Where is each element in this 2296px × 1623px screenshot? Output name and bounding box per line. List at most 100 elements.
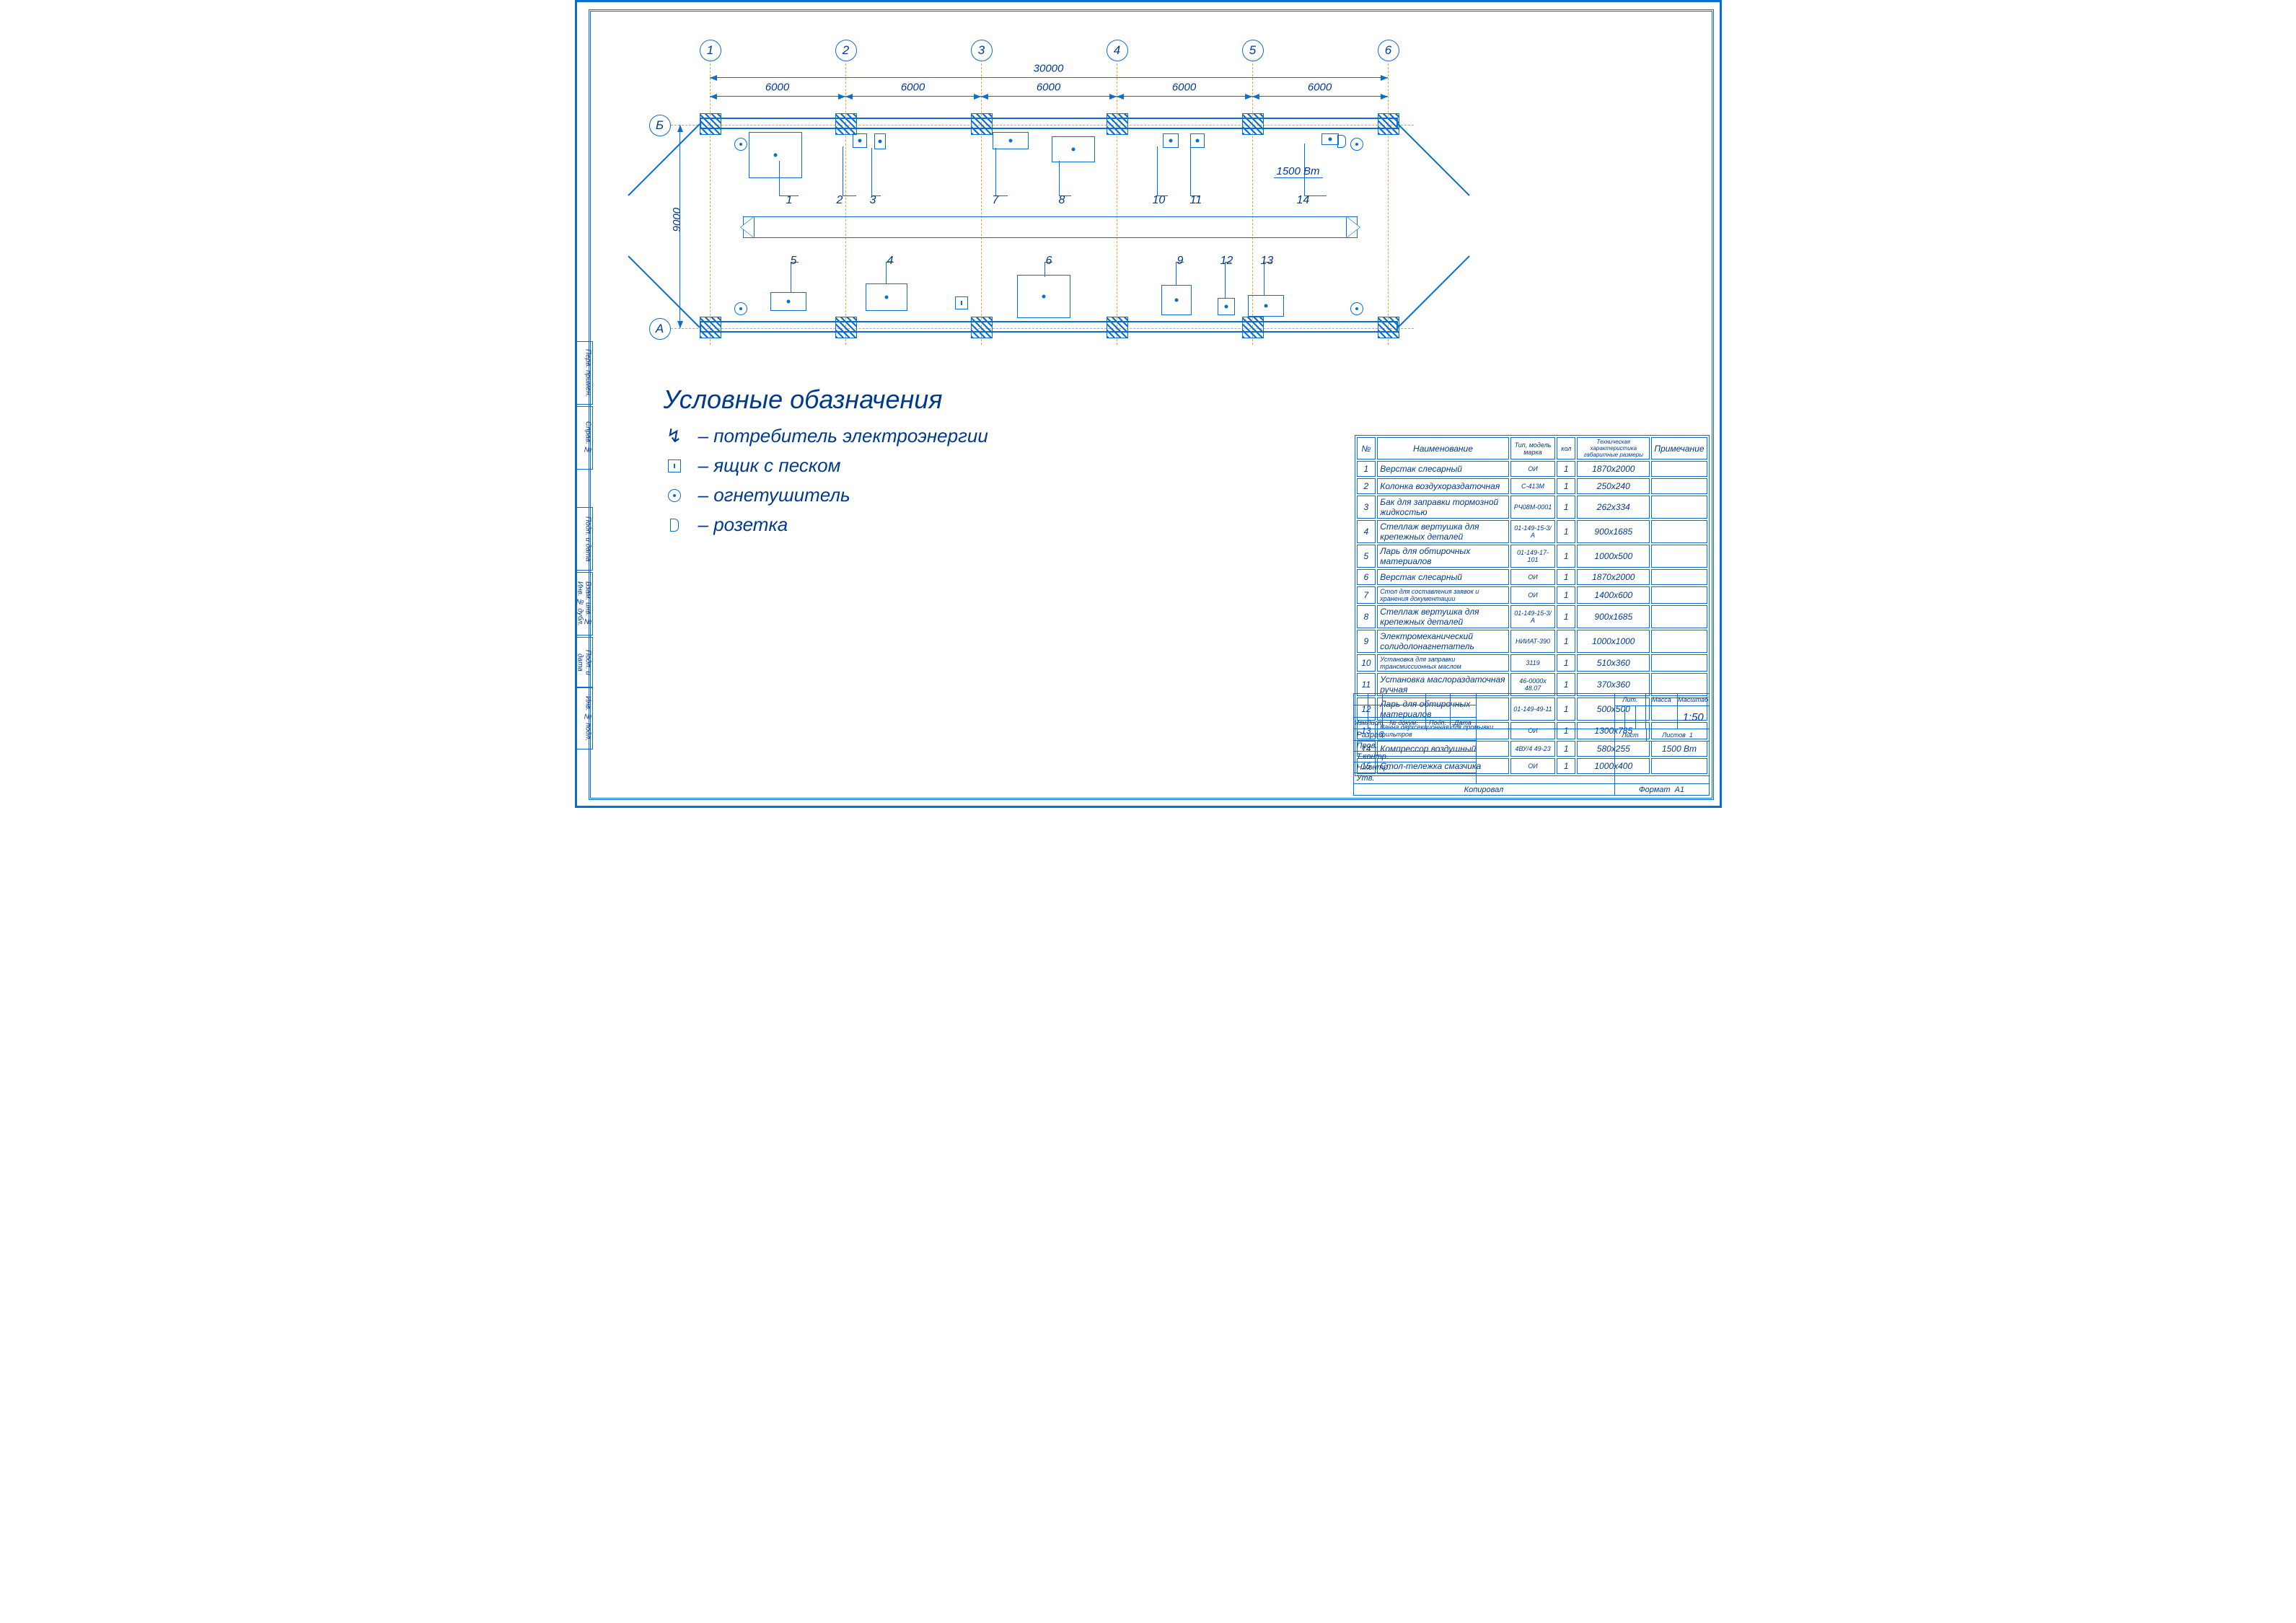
column [971, 317, 993, 338]
tb-col: Масштаб [1678, 694, 1709, 705]
table-cell: ОИ [1510, 586, 1556, 604]
equipment-12 [1218, 298, 1235, 315]
legend-dash: – [698, 484, 708, 506]
axis-bubble: А [649, 318, 671, 340]
side-stamp: Справ. № [576, 406, 593, 470]
th-note: Примечание [1651, 437, 1707, 459]
title-block: Изм Лист № докум. Подп. Дата Лит. Масса … [1353, 693, 1710, 796]
legend-dash: – [698, 454, 708, 477]
table-cell: 510х360 [1577, 654, 1650, 672]
equipment-4 [866, 283, 907, 311]
th-model: Тип, модель марка [1510, 437, 1556, 459]
table-cell: 1 [1557, 630, 1575, 653]
side-stamp: Инв. № подл. [576, 687, 593, 749]
tb-format-label: Формат [1639, 786, 1671, 794]
table-cell [1651, 461, 1707, 477]
table-cell: 7 [1357, 586, 1376, 604]
table-cell [1651, 569, 1707, 585]
legend-text: ящик с песком [713, 454, 840, 477]
table-cell: Верстак слесарный [1377, 569, 1508, 585]
table-cell: 1 [1557, 545, 1575, 568]
table-cell: Стеллаж вертушка для крепежных деталей [1377, 520, 1508, 543]
table-cell: 1400х600 [1577, 586, 1650, 604]
dim-label: 6000 [901, 82, 925, 94]
outlet-icon [1337, 135, 1346, 148]
equipment-label: 9 [1177, 255, 1184, 268]
table-cell [1651, 478, 1707, 494]
table-cell: 900х1685 [1577, 605, 1650, 628]
axis-line [981, 60, 982, 345]
table-cell: 1000х500 [1577, 545, 1650, 568]
axis-line [845, 60, 846, 345]
equipment-8 [1052, 136, 1095, 162]
axis-bubble: 6 [1378, 40, 1399, 61]
equipment-2 [853, 133, 867, 148]
side-stamp: Подп. и дата [576, 507, 593, 571]
table-cell: 4 [1357, 520, 1376, 543]
leader-line [843, 146, 856, 196]
leader-line [871, 148, 881, 196]
column [1378, 317, 1399, 338]
tb-col: Дата [1451, 718, 1476, 729]
table-cell: 9 [1357, 630, 1376, 653]
column [835, 113, 857, 135]
column [1107, 317, 1128, 338]
axis-line [710, 60, 711, 345]
table-cell: 8 [1357, 605, 1376, 628]
extinguisher-icon [734, 138, 747, 151]
tb-col: Лист [1615, 729, 1647, 741]
table-cell: 2 [1357, 478, 1376, 494]
table-cell: Установка для заправки трансмиссионных м… [1377, 654, 1508, 672]
dimension-line [1252, 96, 1388, 97]
table-cell: 1870х2000 [1577, 569, 1650, 585]
table-row: 6Верстак слесарныйОИ11870х2000 [1357, 569, 1707, 585]
table-cell: 3119 [1510, 654, 1556, 672]
dim-label: 6000 [765, 82, 789, 94]
dimension-line [845, 96, 981, 97]
floor-plan: 1 2 3 4 5 6 Б А 30000 6000 6000 6000 600… [656, 45, 1450, 356]
drawing-page: Перв. примен. Справ. № Подп. и дата Взам… [575, 0, 1722, 808]
table-cell: Стеллаж вертушка для крепежных деталей [1377, 605, 1508, 628]
dimension-line [710, 77, 1388, 78]
table-cell: 1 [1357, 461, 1376, 477]
legend-row: – розетка [664, 514, 988, 536]
tb-row-label: Т.контр. [1354, 752, 1476, 762]
power-consumer-icon: ↯ [667, 425, 682, 447]
table-cell: Стол для составления заявок и хранения д… [1377, 586, 1508, 604]
dim-label: 6000 [1037, 82, 1060, 94]
table-cell [1651, 586, 1707, 604]
equipment-label: 7 [993, 194, 999, 207]
legend-dash: – [698, 425, 708, 447]
table-cell: 1000х1000 [1577, 630, 1650, 653]
table-cell: 6 [1357, 569, 1376, 585]
leader-line [1157, 146, 1168, 196]
tb-col: Подп. [1426, 718, 1451, 729]
legend-title: Условные обазначения [664, 384, 988, 415]
power-label: 1500 Вт [1274, 165, 1323, 178]
dim-label: 6000 [1172, 82, 1196, 94]
extinguisher-icon [1350, 138, 1363, 151]
table-cell: С-413М [1510, 478, 1556, 494]
table-cell: 1 [1557, 586, 1575, 604]
table-cell: 1 [1557, 654, 1575, 672]
table-cell: 01-149-15-3/А [1510, 520, 1556, 543]
extinguisher-icon [734, 302, 747, 315]
axis-bubble: 1 [700, 40, 721, 61]
legend-row: – огнетушитель [664, 484, 988, 506]
equipment-11 [1190, 133, 1205, 148]
side-stamp: Подп. и дата [576, 637, 593, 687]
axis-bubble: 5 [1242, 40, 1264, 61]
table-cell: 262х334 [1577, 496, 1650, 519]
table-row: 4Стеллаж вертушка для крепежных деталей0… [1357, 520, 1707, 543]
equipment-label: 5 [791, 255, 797, 268]
equipment-5 [770, 292, 806, 311]
table-cell: 01-149-17-101 [1510, 545, 1556, 568]
leader-line [995, 148, 1008, 196]
column [1242, 317, 1264, 338]
wall [700, 118, 1398, 129]
table-row: 3Бак для заправки тормозной жидкостьюРЧ0… [1357, 496, 1707, 519]
table-cell: 5 [1357, 545, 1376, 568]
legend-dash: – [698, 514, 708, 536]
table-cell: 1 [1557, 461, 1575, 477]
axis-bubble: 3 [971, 40, 993, 61]
